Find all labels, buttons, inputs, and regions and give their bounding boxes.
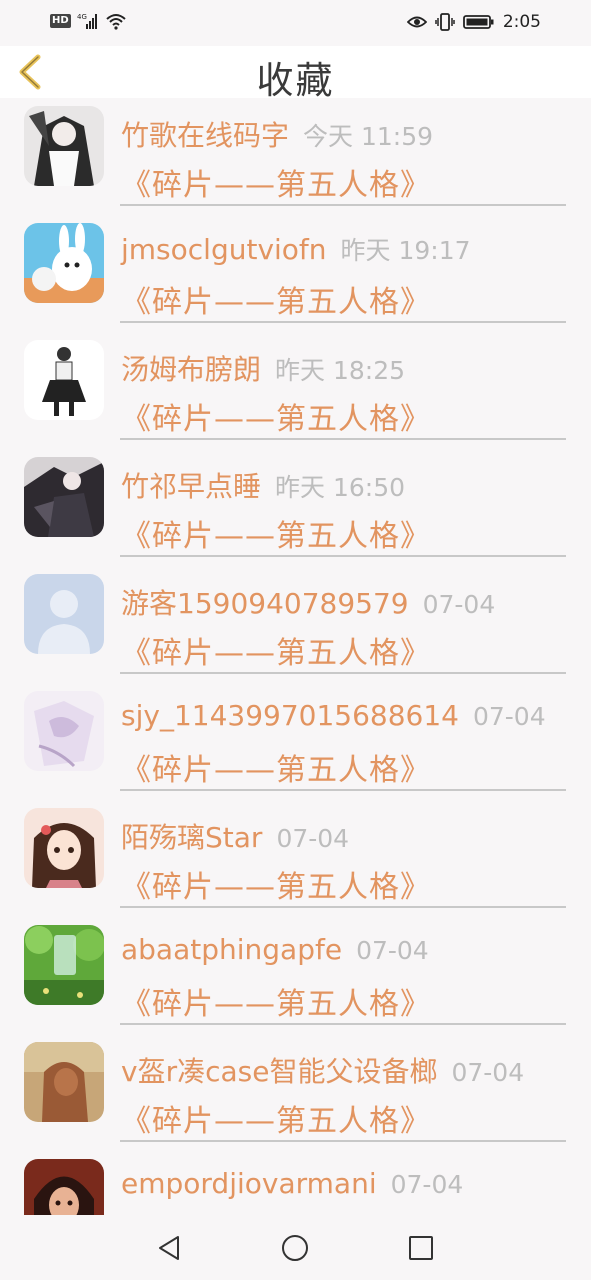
user-name-text: empordjiovarmani [121, 1167, 377, 1200]
favorite-item[interactable]: empordjiovarmani 07-04 [0, 1151, 591, 1215]
hd-badge: HD [50, 14, 71, 28]
avatar [24, 691, 104, 771]
timestamp: 07-04 [422, 590, 496, 619]
favorite-item[interactable]: 陌殇璃Star 07-04 《碎片——第五人格》 [0, 800, 591, 917]
user-name-text: v盔r凑case智能父设备榔 [121, 1055, 438, 1088]
book-title: 《碎片——第五人格》 [121, 987, 431, 1022]
book-title: 《碎片——第五人格》 [121, 870, 431, 905]
divider [120, 555, 566, 557]
user-name-text: 游客1590940789579 [121, 587, 409, 620]
favorite-item[interactable]: abaatphingapfe 07-04 《碎片——第五人格》 [0, 917, 591, 1034]
network-type-label: 4G [77, 13, 87, 21]
favorite-item[interactable]: sjy_1143997015688614 07-04 《碎片——第五人格》 [0, 683, 591, 800]
divider [120, 438, 566, 440]
user-name: abaatphingapfe 07-04 [121, 933, 429, 966]
status-left: HD 4G [50, 12, 127, 30]
user-name: sjy_1143997015688614 07-04 [121, 699, 546, 732]
nav-back-button[interactable] [154, 1233, 184, 1263]
avatar [24, 808, 104, 888]
divider [120, 789, 566, 791]
status-time: 2:05 [502, 12, 541, 32]
user-name: 游客1590940789579 07-04 [121, 582, 495, 622]
book-title: 《碎片——第五人格》 [121, 285, 431, 320]
user-name: jmsoclgutviofn 昨天 19:17 [121, 231, 471, 267]
eye-icon [406, 16, 427, 28]
timestamp: 07-04 [472, 702, 546, 731]
vibrate-icon [435, 13, 455, 31]
user-name: 竹歌在线码字 今天 11:59 [121, 114, 433, 154]
book-title: 《碎片——第五人格》 [121, 1104, 431, 1139]
avatar [24, 457, 104, 537]
user-name-text: 陌殇璃Star [121, 821, 263, 854]
system-nav-bar [0, 1215, 591, 1280]
book-title: 《碎片——第五人格》 [121, 519, 431, 554]
divider [120, 321, 566, 323]
book-title: 《碎片——第五人格》 [121, 168, 431, 203]
user-name-text: jmsoclgutviofn [121, 233, 327, 266]
favorite-item[interactable]: 汤姆布膀朗 昨天 18:25 《碎片——第五人格》 [0, 332, 591, 449]
avatar [24, 925, 104, 1005]
user-name: 汤姆布膀朗 昨天 18:25 [121, 348, 405, 388]
favorite-item[interactable]: 竹祁早点睡 昨天 16:50 《碎片——第五人格》 [0, 449, 591, 566]
avatar [24, 223, 104, 303]
battery-icon [462, 15, 494, 29]
timestamp: 07-04 [451, 1058, 525, 1087]
avatar [24, 340, 104, 420]
timestamp: 昨天 18:25 [275, 356, 406, 385]
avatar [24, 574, 104, 654]
book-title: 《碎片——第五人格》 [121, 636, 431, 671]
nav-recents-button[interactable] [406, 1233, 436, 1263]
header: 收藏 [0, 46, 591, 102]
divider [120, 204, 566, 206]
timestamp: 07-04 [276, 824, 350, 853]
user-name-text: 竹祁早点睡 [121, 470, 262, 503]
favorites-list: 竹歌在线码字 今天 11:59 《碎片——第五人格》 jmsoclgutviofn… [0, 98, 591, 1215]
book-title: 《碎片——第五人格》 [121, 402, 431, 437]
timestamp: 07-04 [390, 1170, 464, 1199]
timestamp: 今天 11:59 [303, 122, 434, 151]
divider [120, 1140, 566, 1142]
triangle-back-icon [159, 1236, 179, 1260]
timestamp: 07-04 [356, 936, 429, 965]
status-right: 2:05 [406, 12, 541, 32]
wifi-icon [106, 14, 126, 30]
user-name-text: 竹歌在线码字 [121, 119, 290, 152]
status-bar: HD 4G 2:05 [0, 0, 591, 46]
user-name: 陌殇璃Star 07-04 [121, 816, 349, 856]
signal-icon: 4G [77, 13, 97, 29]
timestamp: 昨天 19:17 [340, 236, 471, 265]
favorite-item[interactable]: jmsoclgutviofn 昨天 19:17 《碎片——第五人格》 [0, 215, 591, 332]
favorite-item[interactable]: 竹歌在线码字 今天 11:59 《碎片——第五人格》 [0, 98, 591, 215]
user-name-text: abaatphingapfe [121, 933, 343, 966]
avatar [24, 1159, 104, 1215]
book-title: 《碎片——第五人格》 [121, 753, 431, 788]
user-name: v盔r凑case智能父设备榔 07-04 [121, 1050, 524, 1090]
square-recents-icon [409, 1236, 433, 1260]
timestamp: 昨天 16:50 [275, 473, 406, 502]
user-name-text: 汤姆布膀朗 [121, 353, 262, 386]
avatar [24, 1042, 104, 1122]
divider [120, 1023, 566, 1025]
user-name-text: sjy_1143997015688614 [121, 699, 459, 732]
favorite-item[interactable]: v盔r凑case智能父设备榔 07-04 《碎片——第五人格》 [0, 1034, 591, 1151]
nav-home-button[interactable] [280, 1233, 310, 1263]
divider [120, 672, 566, 674]
divider [120, 906, 566, 908]
page-title: 收藏 [256, 59, 335, 102]
user-name: empordjiovarmani 07-04 [121, 1167, 463, 1200]
favorite-item[interactable]: 游客1590940789579 07-04 《碎片——第五人格》 [0, 566, 591, 683]
avatar [24, 106, 104, 186]
user-name: 竹祁早点睡 昨天 16:50 [121, 465, 405, 505]
circle-home-icon [282, 1235, 308, 1261]
